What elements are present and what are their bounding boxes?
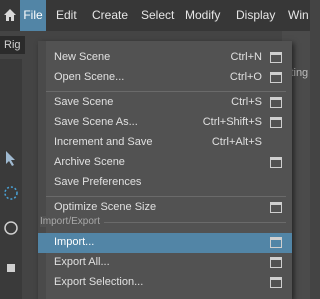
menu-create[interactable]: Create [92,0,128,31]
option-box-icon[interactable] [270,277,282,288]
menu-item-save-scene-as[interactable]: Save Scene As... Ctrl+Shift+S [38,113,292,133]
menu-item-shortcut: Ctrl+S [231,96,262,108]
file-menu-dropdown: New Scene Ctrl+N Open Scene... Ctrl+O Sa… [38,41,292,299]
option-box-icon[interactable] [270,237,282,248]
menu-edit[interactable]: Edit [56,0,77,31]
section-header-import-export: Import/Export [38,216,292,230]
option-box-icon[interactable] [270,97,282,108]
main-menubar: File Edit Create Select Modify Display W… [0,0,310,31]
menu-modify[interactable]: Modify [185,0,220,31]
menu-select[interactable]: Select [141,0,174,31]
menu-item-label: Save Scene [54,96,114,108]
option-box-icon[interactable] [270,257,282,268]
lasso-tool-icon[interactable] [2,184,20,202]
menu-item-label: Import... [54,236,95,248]
menu-item-label: Save Preferences [54,176,142,188]
menu-item-label: New Scene [54,51,111,63]
menu-item-save-preferences[interactable]: Save Preferences [38,173,292,193]
menu-item-label: Archive Scene [54,156,125,168]
menu-item-open-scene[interactable]: Open Scene... Ctrl+O [38,68,292,88]
menu-windows[interactable]: Win [288,0,309,31]
menu-item-shortcut: Ctrl+Shift+S [202,116,262,128]
menu-divider [46,91,286,92]
menu-item-increment-and-save[interactable]: Increment and Save Ctrl+Alt+S [38,133,292,153]
menu-item-label: Export All... [54,256,110,268]
menu-item-label: Open Scene... [54,71,125,83]
move-tool-icon[interactable] [2,259,20,277]
select-tool-icon[interactable] [2,149,20,167]
menu-item-label: Save Scene As... [54,116,138,128]
option-box-icon[interactable] [270,202,282,213]
menu-item-label: Optimize Scene Size [54,201,157,213]
option-box-icon[interactable] [270,117,282,128]
menu-item-optimize-scene-size[interactable]: Optimize Scene Size [38,198,292,218]
menu-item-export-selection[interactable]: Export Selection... [38,273,292,293]
menu-item-shortcut: Ctrl+Alt+S [211,136,262,148]
toolbox [0,59,22,299]
menu-item-save-scene[interactable]: Save Scene Ctrl+S [38,93,292,113]
menu-item-export-all[interactable]: Export All... [38,253,292,273]
menu-item-new-scene[interactable]: New Scene Ctrl+N [38,48,292,68]
option-box-icon[interactable] [270,157,282,168]
menu-set-dropdown[interactable]: Rig [0,36,25,54]
menu-item-label: Increment and Save [54,136,153,148]
menu-item-label: Export Selection... [54,276,144,288]
option-box-icon[interactable] [270,52,282,63]
menu-divider [46,196,286,197]
menu-item-shortcut: Ctrl+N [230,51,262,63]
menu-item-shortcut: Ctrl+O [229,71,262,83]
menu-item-archive-scene[interactable]: Archive Scene [38,153,292,173]
paint-tool-icon[interactable] [2,219,20,237]
home-icon[interactable] [3,8,17,22]
menu-display[interactable]: Display [236,0,275,31]
section-title: Import/Export [40,216,105,227]
option-box-icon[interactable] [270,72,282,83]
menu-file[interactable]: File [20,0,46,31]
menu-item-import[interactable]: Import... [38,233,292,253]
